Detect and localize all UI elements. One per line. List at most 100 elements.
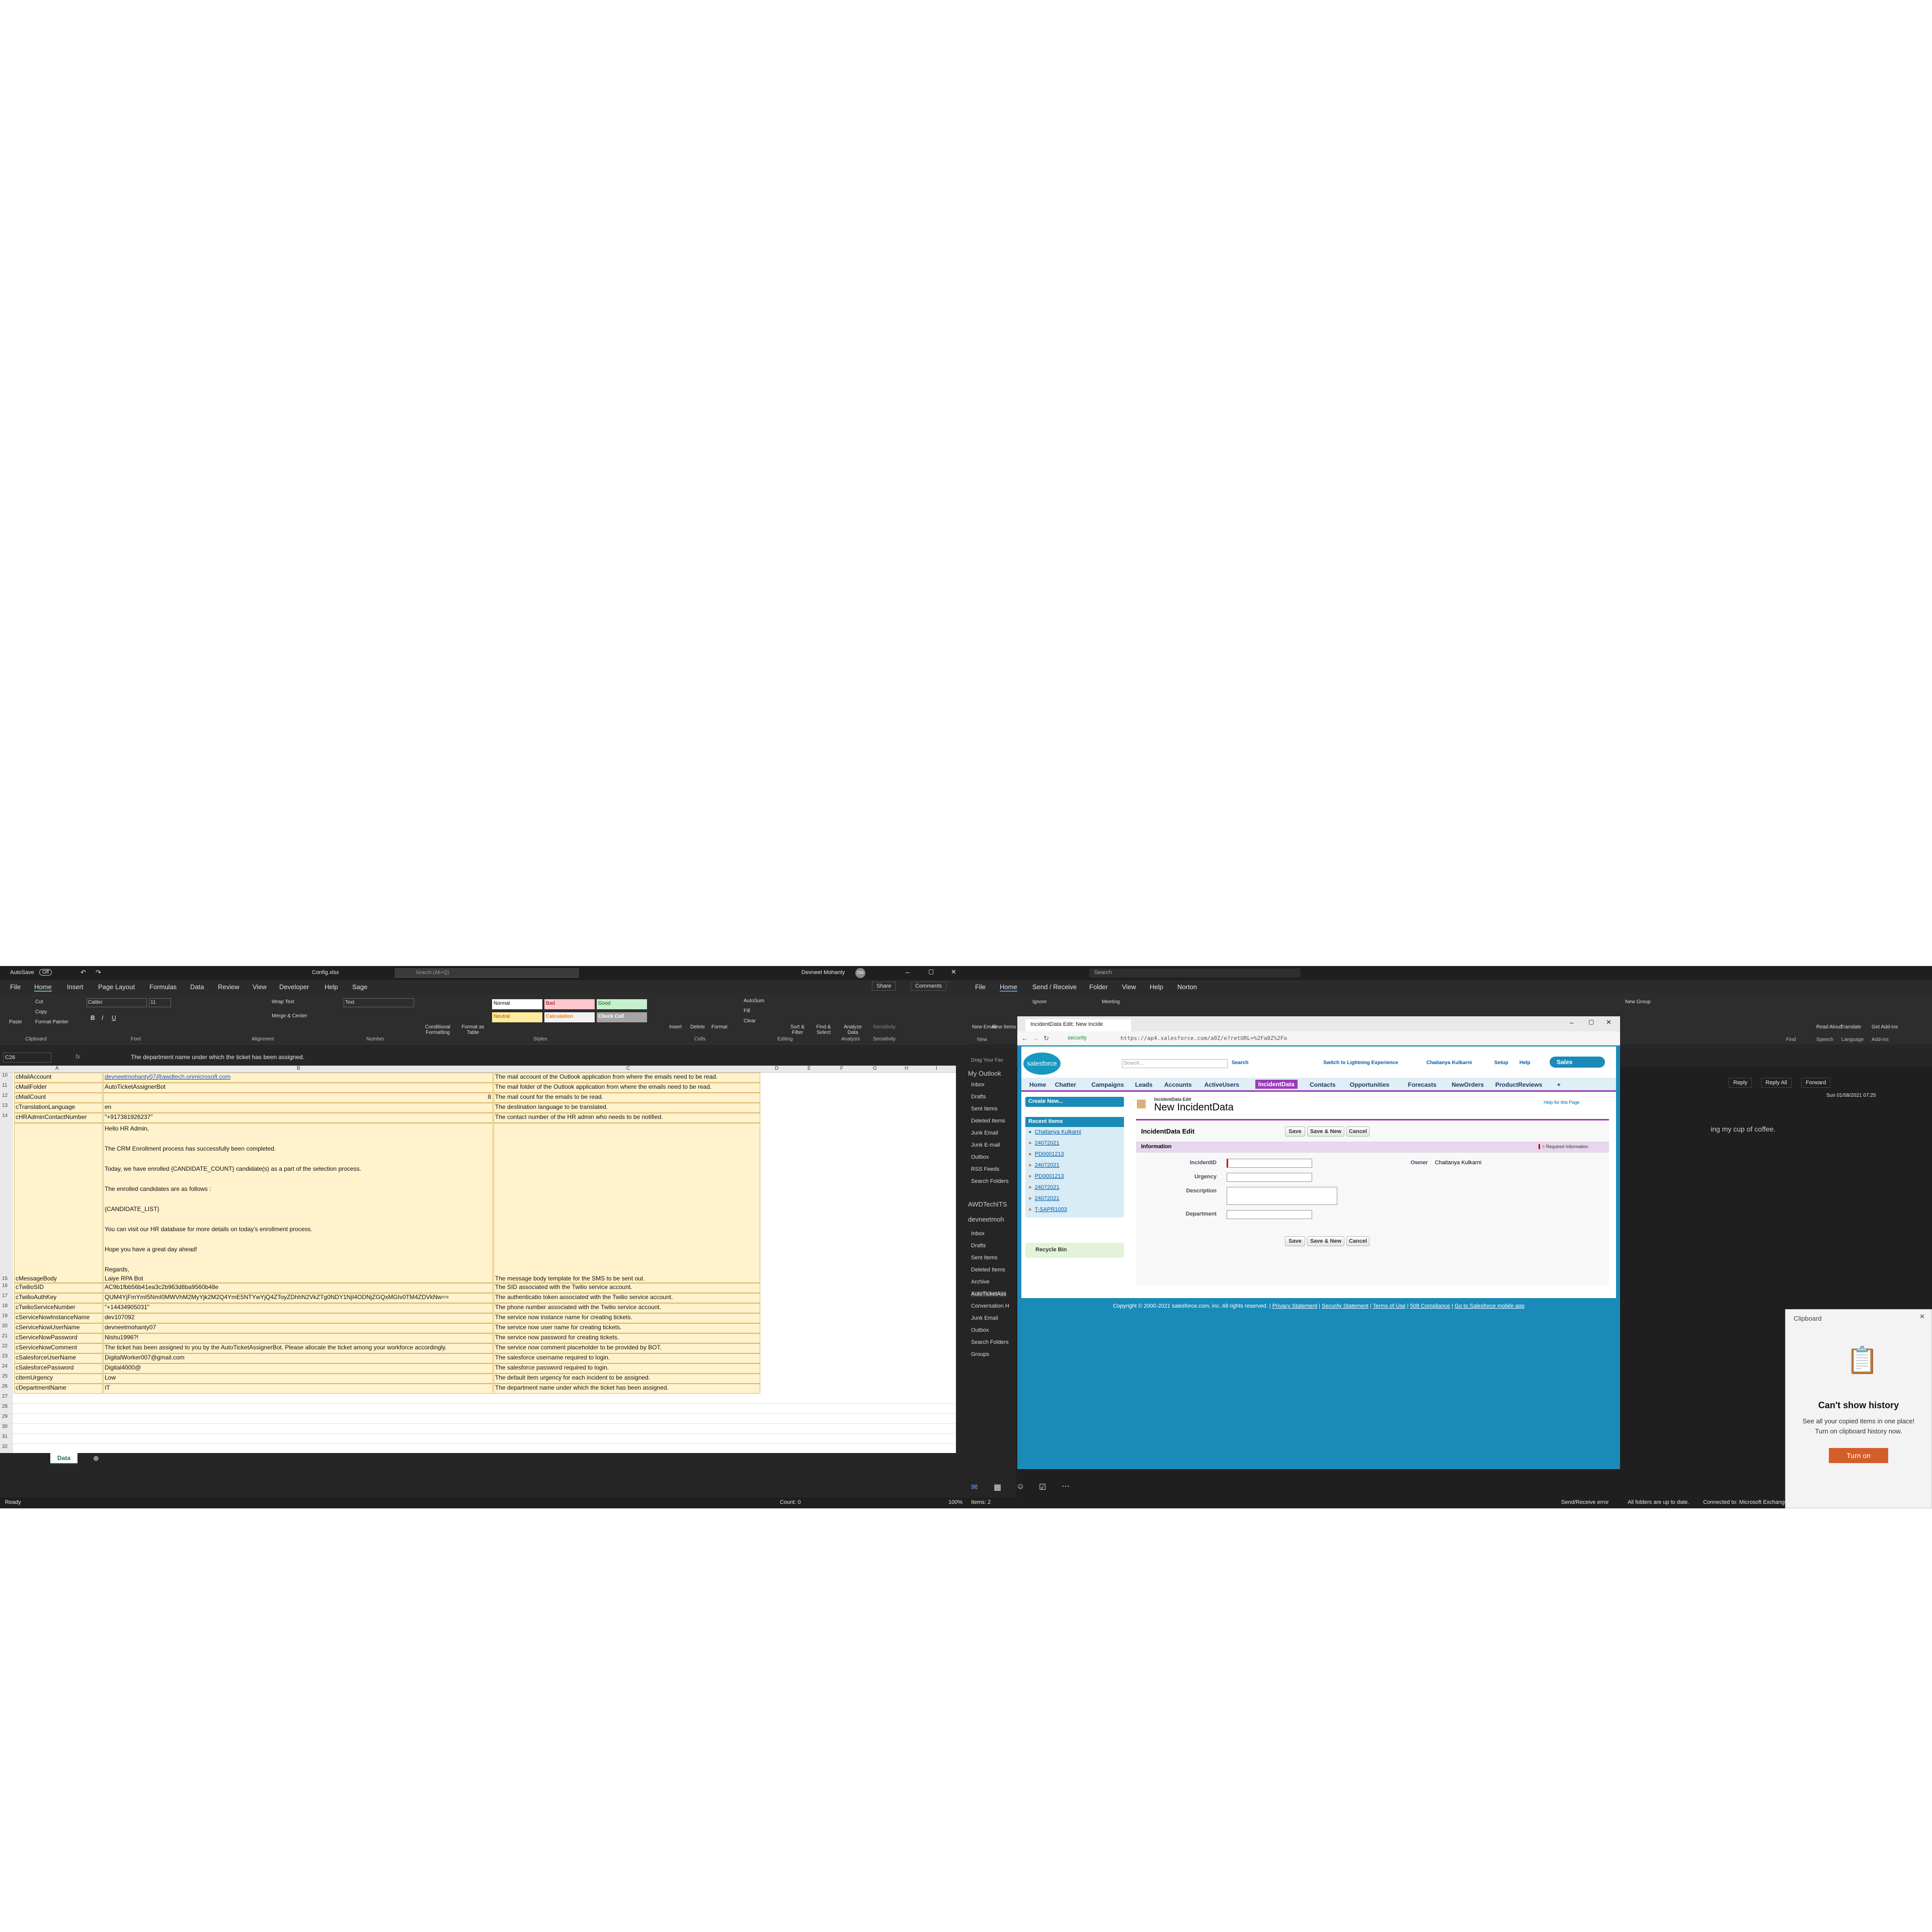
save-new-button-bottom[interactable]: Save & New <box>1307 1236 1344 1246</box>
cell-b[interactable]: "+917381926237" <box>103 1113 493 1123</box>
setup-link[interactable]: Setup <box>1494 1060 1508 1066</box>
column-header[interactable]: G <box>873 1066 877 1071</box>
reply-button[interactable]: Reply <box>1729 1078 1752 1088</box>
row-number[interactable]: 12 <box>0 1093 13 1103</box>
sf-search-button[interactable]: Search <box>1232 1060 1248 1066</box>
cell-b[interactable]: DigitalWorker007@gmail.com <box>103 1353 493 1363</box>
row-number[interactable]: 16 <box>0 1283 13 1293</box>
ignore-button[interactable]: Ignore <box>1032 999 1046 1005</box>
column-header[interactable]: I <box>936 1066 937 1071</box>
cell-a[interactable]: cSalesforceUserName <box>14 1353 103 1363</box>
folder-item[interactable]: My Outlook <box>968 1070 1001 1077</box>
sf-tab[interactable]: Chatter <box>1055 1081 1076 1088</box>
column-header[interactable]: B <box>297 1066 300 1071</box>
tab-page-layout[interactable]: Page Layout <box>98 983 135 991</box>
maximize-icon[interactable]: ▢ <box>1588 1018 1594 1025</box>
folder-item[interactable]: Sent Items <box>971 1106 998 1112</box>
row-number[interactable]: 21 <box>0 1333 13 1343</box>
tab-review[interactable]: Review <box>218 983 239 991</box>
comments-button[interactable]: Comments <box>911 982 947 991</box>
number-format-select[interactable]: Text <box>344 998 414 1007</box>
new-items-button[interactable]: New Items <box>992 1024 1016 1030</box>
help-for-page-link[interactable]: Help for this Page <box>1544 1100 1580 1105</box>
clear-button[interactable]: Clear <box>744 1018 756 1024</box>
browser-tab[interactable]: IncidentData Edit: New Incide <box>1025 1019 1131 1031</box>
format-cells-button[interactable]: Format <box>711 1024 728 1030</box>
folder-item[interactable]: Outbox <box>971 1154 989 1160</box>
folder-item[interactable]: Junk Email <box>971 1130 998 1136</box>
sf-user-menu[interactable]: Chaitanya Kulkarni <box>1426 1060 1472 1066</box>
share-button[interactable]: Share <box>872 982 896 991</box>
people-icon[interactable]: ☺ <box>1016 1482 1024 1491</box>
row-number[interactable]: 27 <box>0 1394 13 1403</box>
insert-cells-button[interactable]: Insert <box>669 1024 682 1030</box>
cell-c[interactable]: The service now instance name for creati… <box>494 1313 760 1323</box>
row-number[interactable]: 17 <box>0 1293 13 1303</box>
save-button[interactable]: Save <box>1285 1126 1305 1137</box>
row-number[interactable]: 22 <box>0 1343 13 1353</box>
cell-a[interactable]: cTranslationLanguage <box>14 1103 103 1113</box>
minimize-icon[interactable]: – <box>906 968 910 976</box>
cell-b[interactable]: en <box>103 1103 493 1113</box>
outlook-search-input[interactable]: Search <box>1089 969 1301 978</box>
cell-a[interactable]: cTwilioSID <box>14 1283 103 1293</box>
cell-a[interactable]: cHRAdminContactNumber <box>14 1113 103 1123</box>
autosum-button[interactable]: AutoSum <box>744 998 764 1004</box>
column-header[interactable]: A <box>55 1066 59 1071</box>
style-bad[interactable]: Bad <box>544 999 595 1009</box>
merge-center-button[interactable]: Merge & Center <box>272 1013 307 1019</box>
conditional-formatting-button[interactable]: Conditional Formatting <box>423 1024 453 1035</box>
translate-button[interactable]: Translate <box>1840 1024 1861 1030</box>
sf-tab[interactable]: ProductReviews <box>1495 1081 1542 1088</box>
tab-view[interactable]: View <box>253 983 267 991</box>
sf-tab[interactable]: NewOrders <box>1452 1081 1484 1088</box>
reload-icon[interactable]: ↻ <box>1043 1034 1049 1042</box>
forward-button[interactable]: Forward <box>1801 1078 1831 1088</box>
sf-tab[interactable]: Accounts <box>1164 1081 1192 1088</box>
url-input[interactable]: https://ap4.salesforce.com/a0Z/e?retURL=… <box>1120 1035 1287 1041</box>
column-header[interactable]: E <box>808 1066 811 1071</box>
cell-a[interactable]: cServiceNowUserName <box>14 1323 103 1333</box>
cell-c[interactable]: The service now password for creating ti… <box>494 1333 760 1343</box>
row-number[interactable]: 29 <box>0 1414 13 1423</box>
cell-a[interactable]: cServiceNowComment <box>14 1343 103 1353</box>
cell-b[interactable]: dev107092 <box>103 1313 493 1323</box>
folder-item[interactable]: Archive <box>971 1279 990 1285</box>
tab-formulas[interactable]: Formulas <box>149 983 177 991</box>
close-icon[interactable]: ✕ <box>951 968 956 976</box>
folder-item[interactable]: Outbox <box>971 1327 989 1333</box>
mail-icon[interactable]: ✉ <box>971 1482 978 1492</box>
style-good[interactable]: Good <box>597 999 647 1009</box>
cell-a[interactable]: cServiceNowPassword <box>14 1333 103 1343</box>
turn-on-button[interactable]: Turn on <box>1829 1448 1888 1463</box>
cell-b[interactable]: devneetmohanty07 <box>103 1323 493 1333</box>
cell-b[interactable]: QUM4YjFmYmI5NmI0MWVhM2MyYjk2M2Q4YmE5NTYw… <box>103 1293 493 1303</box>
row-number[interactable]: 13 <box>0 1103 13 1113</box>
tab-send-receive[interactable]: Send / Receive <box>1032 983 1077 991</box>
recent-item[interactable]: ● 24072021 <box>1028 1162 1060 1168</box>
tab-data[interactable]: Data <box>190 983 204 991</box>
folder-item[interactable]: Inbox <box>971 1082 985 1088</box>
read-aloud-button[interactable]: Read Aloud <box>1816 1024 1842 1030</box>
folder-item[interactable]: AutoTicketAss <box>971 1291 1006 1297</box>
format-painter-button[interactable]: Format Painter <box>35 1019 68 1025</box>
wrap-text-button[interactable]: Wrap Text <box>272 999 294 1005</box>
cell-b[interactable]: Low <box>103 1374 493 1384</box>
minimize-icon[interactable]: – <box>1570 1018 1574 1026</box>
column-header[interactable]: F <box>840 1066 843 1071</box>
folder-item[interactable]: Groups <box>971 1351 989 1357</box>
sensitivity-button[interactable]: Sensitivity <box>873 1024 896 1030</box>
column-header[interactable]: C <box>626 1066 630 1071</box>
fill-button[interactable]: Fill <box>744 1008 750 1014</box>
new-group-button[interactable]: New Group <box>1625 999 1651 1005</box>
tab-home[interactable]: Home <box>1000 983 1017 992</box>
folder-item[interactable]: AWDTechITS <box>968 1200 1007 1208</box>
tab-help[interactable]: Help <box>1150 983 1163 991</box>
row-number[interactable]: 18 <box>0 1303 13 1313</box>
footer-link[interactable]: Privacy Statement <box>1272 1303 1317 1309</box>
sf-tab[interactable]: + <box>1557 1081 1561 1088</box>
cell-c[interactable]: The phone number associated with the Twi… <box>494 1303 760 1313</box>
cell-c[interactable]: The default item urgency for each incide… <box>494 1374 760 1384</box>
zoom-level[interactable]: 100% <box>948 1499 962 1505</box>
sort-filter-button[interactable]: Sort & Filter <box>785 1024 810 1035</box>
